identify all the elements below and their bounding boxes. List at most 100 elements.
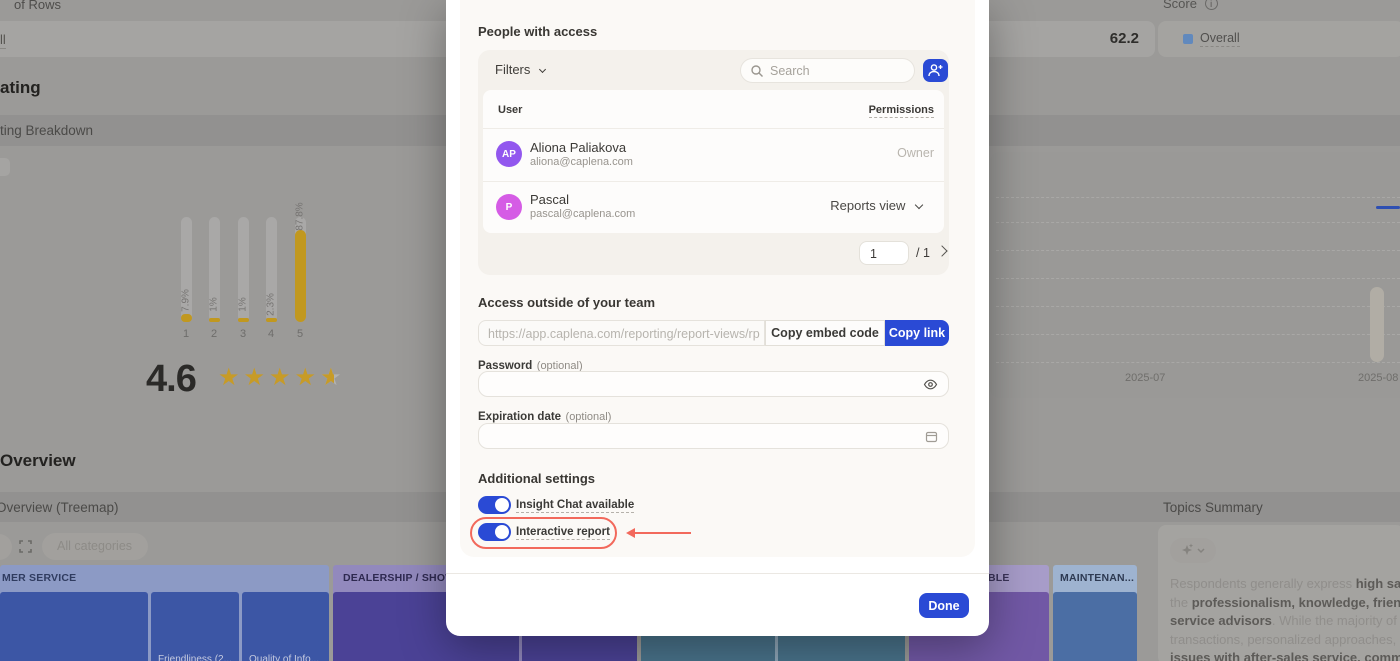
bar-fill xyxy=(209,318,220,322)
fullscreen-button[interactable] xyxy=(14,535,37,558)
permission-dropdown[interactable]: Reports view xyxy=(830,198,922,213)
column-header-permissions: Permissions xyxy=(869,104,934,118)
rating-heading: ating xyxy=(0,78,41,98)
share-link-group: https://app.caplena.com/reporting/report… xyxy=(478,320,949,346)
bar-tick-label: 1 xyxy=(176,328,196,340)
topics-text-line: issues with after-sales service, communi… xyxy=(1170,649,1400,661)
rating-average: 4.6 xyxy=(146,358,196,401)
search-placeholder: Search xyxy=(770,64,810,78)
bar-value-label: 1% xyxy=(238,297,249,311)
star-icon: ★★★★ xyxy=(218,364,320,391)
chevron-down-icon xyxy=(915,201,923,209)
treemap-block[interactable] xyxy=(1053,592,1137,661)
all-categories-dropdown[interactable]: All categories xyxy=(42,533,148,560)
bar-track: 1% xyxy=(238,217,249,322)
topics-summary-card: Respondents generally express high satis… xyxy=(1158,525,1400,661)
user-name: Pascal xyxy=(530,192,569,207)
filters-dropdown[interactable]: Filters xyxy=(495,62,545,77)
topics-text-line: service advisors. While the majority of … xyxy=(1170,612,1400,631)
additional-settings-heading: Additional settings xyxy=(478,471,595,486)
expiration-date-input[interactable] xyxy=(478,423,949,449)
legend-swatch xyxy=(1183,34,1193,44)
legend-item-overall[interactable]: Overall xyxy=(1200,31,1240,47)
column-header-rows: of Rows xyxy=(14,0,61,12)
bar-value-label: 2.3% xyxy=(266,293,277,316)
share-link-input[interactable]: https://app.caplena.com/reporting/report… xyxy=(478,320,765,346)
next-page-button[interactable] xyxy=(936,245,947,256)
gridline xyxy=(996,306,1400,307)
bar-tick-label: 3 xyxy=(233,328,253,340)
rating-bar-chart: 7.9%11%21%32.3%487.8%5 xyxy=(0,146,440,346)
bar-track: 87.8% xyxy=(295,217,306,322)
gridline xyxy=(996,222,1400,223)
gridline xyxy=(996,278,1400,279)
topics-text-line: Respondents generally express high satis… xyxy=(1170,575,1400,594)
treemap-panel-title: Overview (Treemap) xyxy=(0,500,119,515)
annotation-arrow-head xyxy=(626,528,635,538)
ai-summary-button[interactable] xyxy=(1170,538,1216,563)
treemap-block[interactable]: Friendliness (2... xyxy=(151,592,239,661)
bar-fill xyxy=(238,318,249,322)
rating-panel-title: ting Breakdown xyxy=(0,123,93,138)
topics-text-line: transactions, personalized approaches, a… xyxy=(1170,631,1400,650)
share-report-modal: People with access Filters Search User xyxy=(446,0,989,636)
password-input[interactable] xyxy=(478,371,949,397)
done-button[interactable]: Done xyxy=(919,593,969,618)
column-header-score: Score i xyxy=(1163,0,1218,11)
score-value: 62.2 xyxy=(1110,30,1139,47)
search-icon xyxy=(750,64,764,78)
treemap-group-maintenance[interactable]: MAINTENAN... xyxy=(1053,565,1137,661)
fullscreen-icon xyxy=(14,535,37,558)
search-input[interactable]: Search xyxy=(740,58,915,83)
bar-value-label: 1% xyxy=(209,297,220,311)
avatar: AP xyxy=(496,141,522,167)
trend-line-segment xyxy=(1376,206,1400,209)
people-card: Filters Search User Permissions AP xyxy=(478,50,949,275)
column-header-user: User xyxy=(498,104,522,116)
chevron-down-icon xyxy=(539,66,546,73)
add-user-icon xyxy=(923,59,948,82)
divider xyxy=(446,573,989,574)
topics-summary-title: Topics Summary xyxy=(1163,500,1263,515)
table-row: P Pascal pascal@caplena.com Reports view xyxy=(483,181,944,233)
gridline xyxy=(996,197,1400,198)
x-tick-2025-07: 2025-07 xyxy=(1125,372,1165,384)
copy-embed-code-button[interactable]: Copy embed code xyxy=(765,320,885,346)
table-row: AP Aliona Paliakova aliona@caplena.com O… xyxy=(483,128,944,181)
access-outside-heading: Access outside of your team xyxy=(478,295,655,310)
page-total: / 1 xyxy=(916,246,930,260)
insight-chat-toggle[interactable] xyxy=(478,496,511,514)
page-number-input[interactable]: 1 xyxy=(859,241,909,265)
info-icon: i xyxy=(1205,0,1218,10)
calendar-icon[interactable] xyxy=(925,430,938,443)
annotation-highlight-box xyxy=(470,517,617,549)
gridline xyxy=(996,250,1400,251)
bar-track: 7.9% xyxy=(181,217,192,322)
topics-text-line: the professionalism, knowledge, friendli… xyxy=(1170,594,1400,613)
treemap-block[interactable] xyxy=(0,592,148,661)
bar-fill xyxy=(181,314,192,322)
copy-link-button[interactable]: Copy link xyxy=(885,320,949,346)
star-rating: ★★★★★★ xyxy=(218,366,346,390)
user-table: User Permissions AP Aliona Paliakova ali… xyxy=(483,90,944,233)
x-tick-2025-08: 2025-08 xyxy=(1358,372,1398,384)
sparkles-icon xyxy=(1170,538,1216,563)
treemap-group-customer-service[interactable]: MER SERVICE Friendliness (2... Quality o… xyxy=(0,565,329,661)
row-label-all[interactable]: ll xyxy=(0,32,6,49)
treemap-block[interactable]: Quality of Info... xyxy=(242,592,329,661)
legend-card: Overall xyxy=(1158,21,1400,57)
add-user-button[interactable] xyxy=(923,59,948,82)
overview-heading: Overview xyxy=(0,451,76,471)
bar-fill xyxy=(295,230,306,322)
user-name: Aliona Paliakova xyxy=(530,140,626,155)
bar-tick-label: 5 xyxy=(290,328,310,340)
topics-summary-text: Respondents generally express high satis… xyxy=(1170,575,1400,661)
trend-hover-bar xyxy=(1370,287,1384,362)
people-with-access-heading: People with access xyxy=(478,24,597,39)
eye-icon[interactable] xyxy=(923,378,938,391)
annotation-arrow xyxy=(634,532,691,534)
bar-value-label: 7.9% xyxy=(181,289,192,312)
cut-control-button[interactable] xyxy=(0,534,12,560)
bar-value-label: 87.8% xyxy=(295,202,306,230)
user-email: aliona@caplena.com xyxy=(530,156,633,168)
